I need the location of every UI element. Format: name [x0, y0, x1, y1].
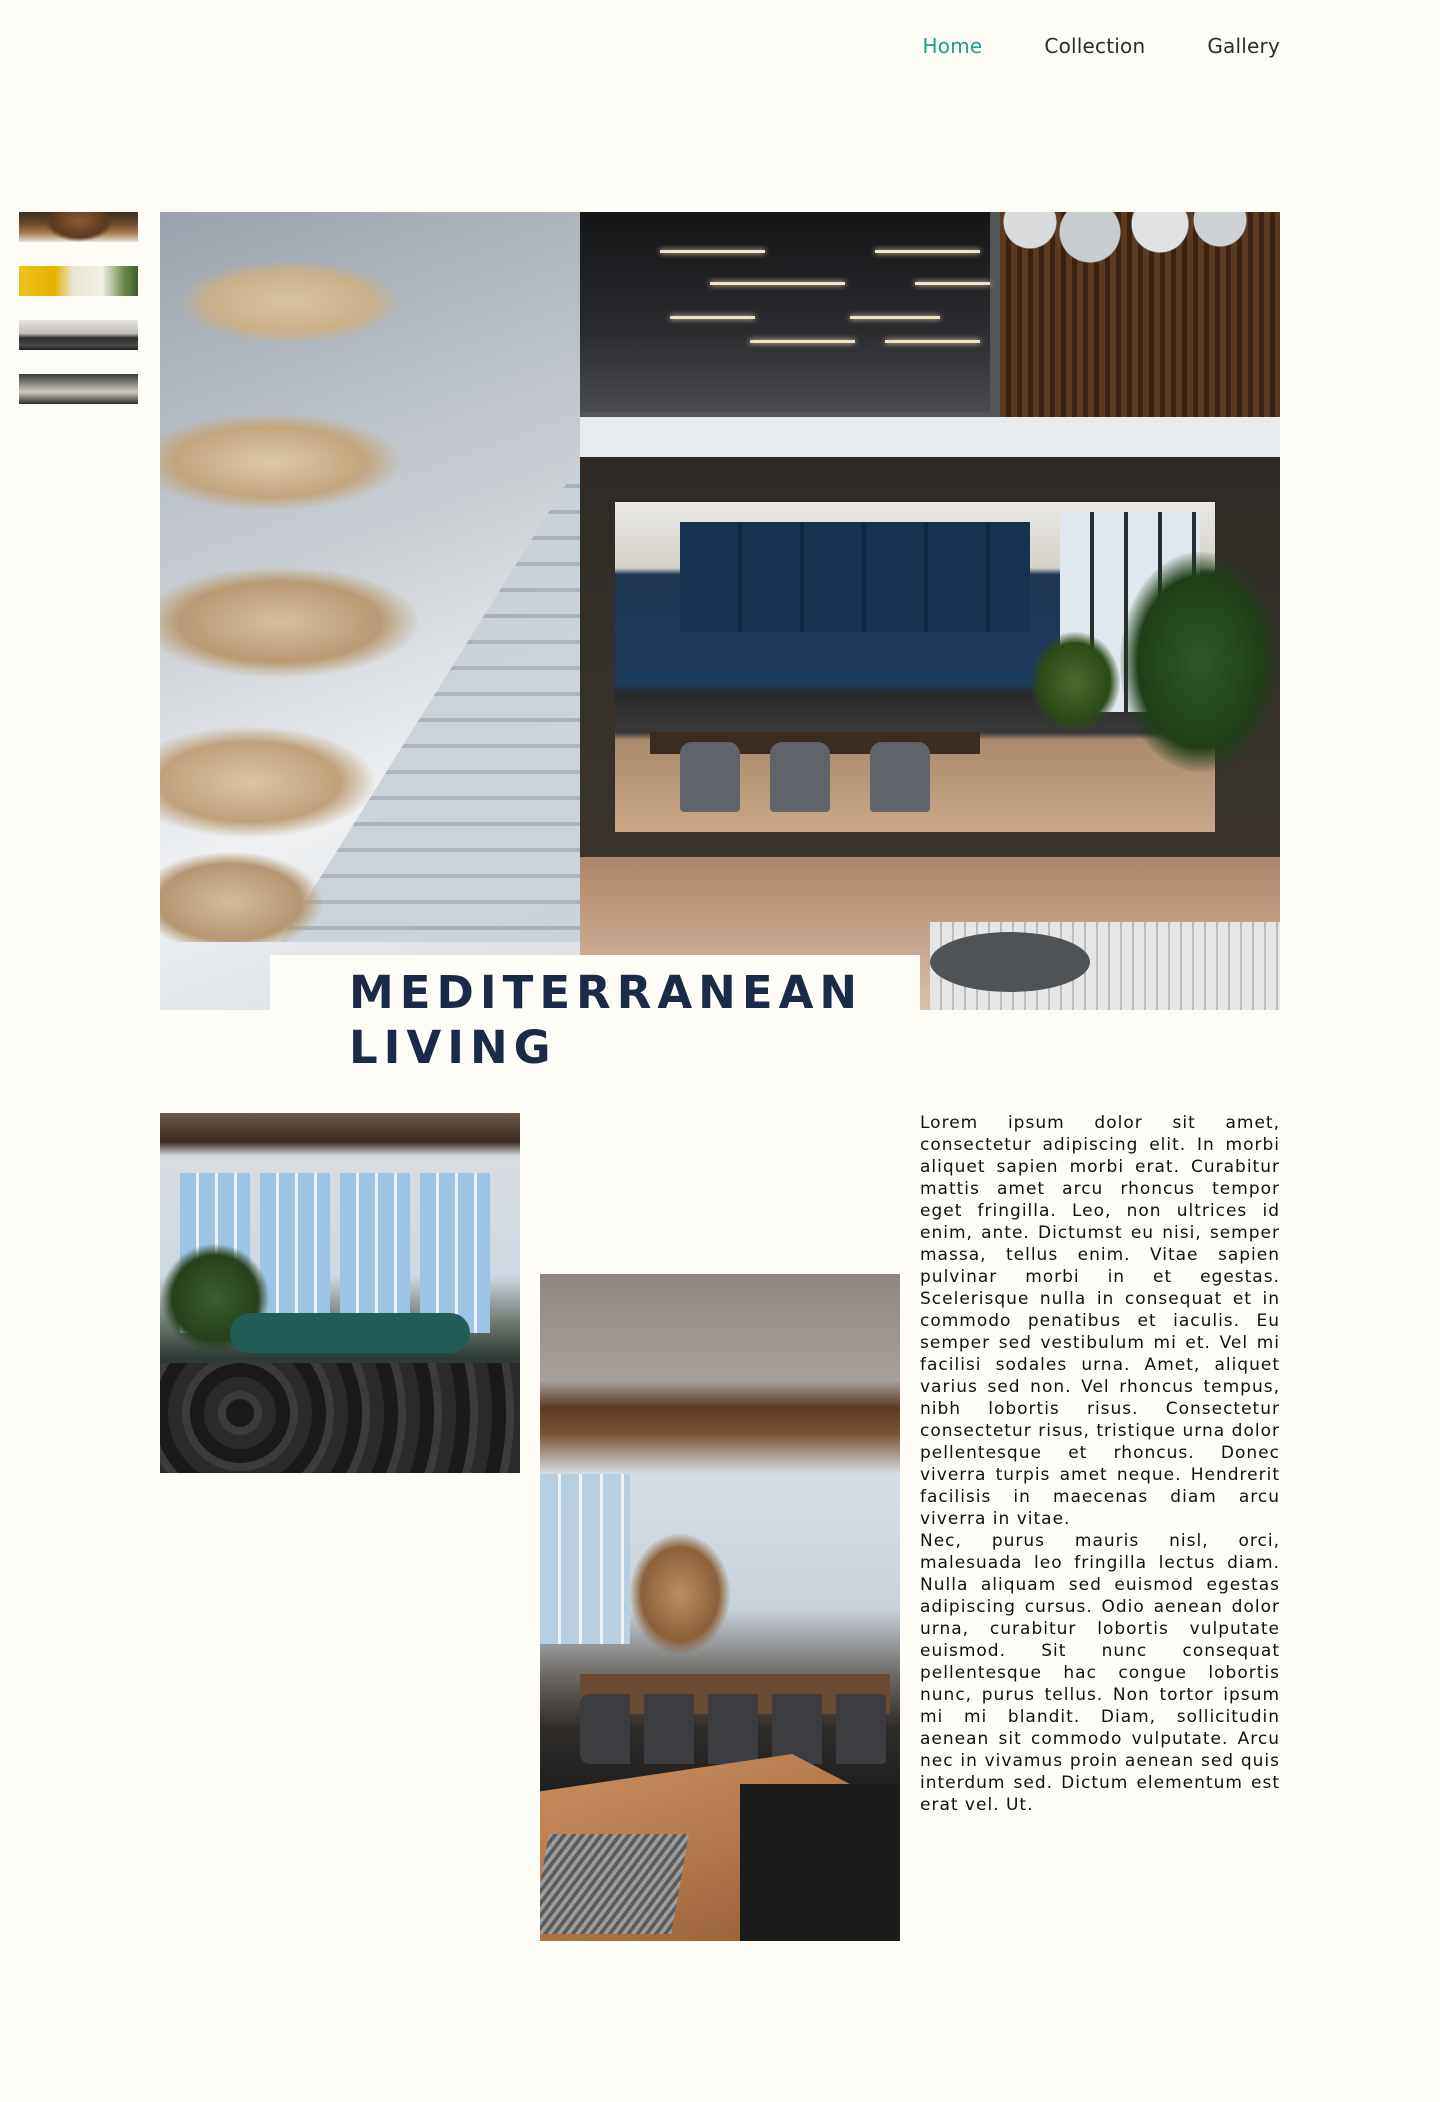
- hero-image: [160, 212, 1280, 1010]
- body-paragraph: Lorem ipsum dolor sit amet, consectetur …: [920, 1113, 1280, 1815]
- thumbnail-interior[interactable]: [19, 374, 138, 404]
- top-nav: Home Collection Gallery: [923, 34, 1280, 58]
- page-title: MEDITERRANEAN LIVING: [349, 966, 864, 1074]
- nav-collection-link[interactable]: Collection: [1044, 34, 1145, 58]
- nav-home-link[interactable]: Home: [923, 34, 983, 58]
- nav-gallery-link[interactable]: Gallery: [1207, 34, 1280, 58]
- thumbnail-yellow[interactable]: [19, 266, 138, 296]
- kitchen-dining-photo: [540, 1274, 900, 1941]
- dining-room-photo: [160, 1113, 520, 1473]
- thumbnail-living-room[interactable]: [19, 320, 138, 350]
- thumbnail-pampas[interactable]: [19, 212, 138, 242]
